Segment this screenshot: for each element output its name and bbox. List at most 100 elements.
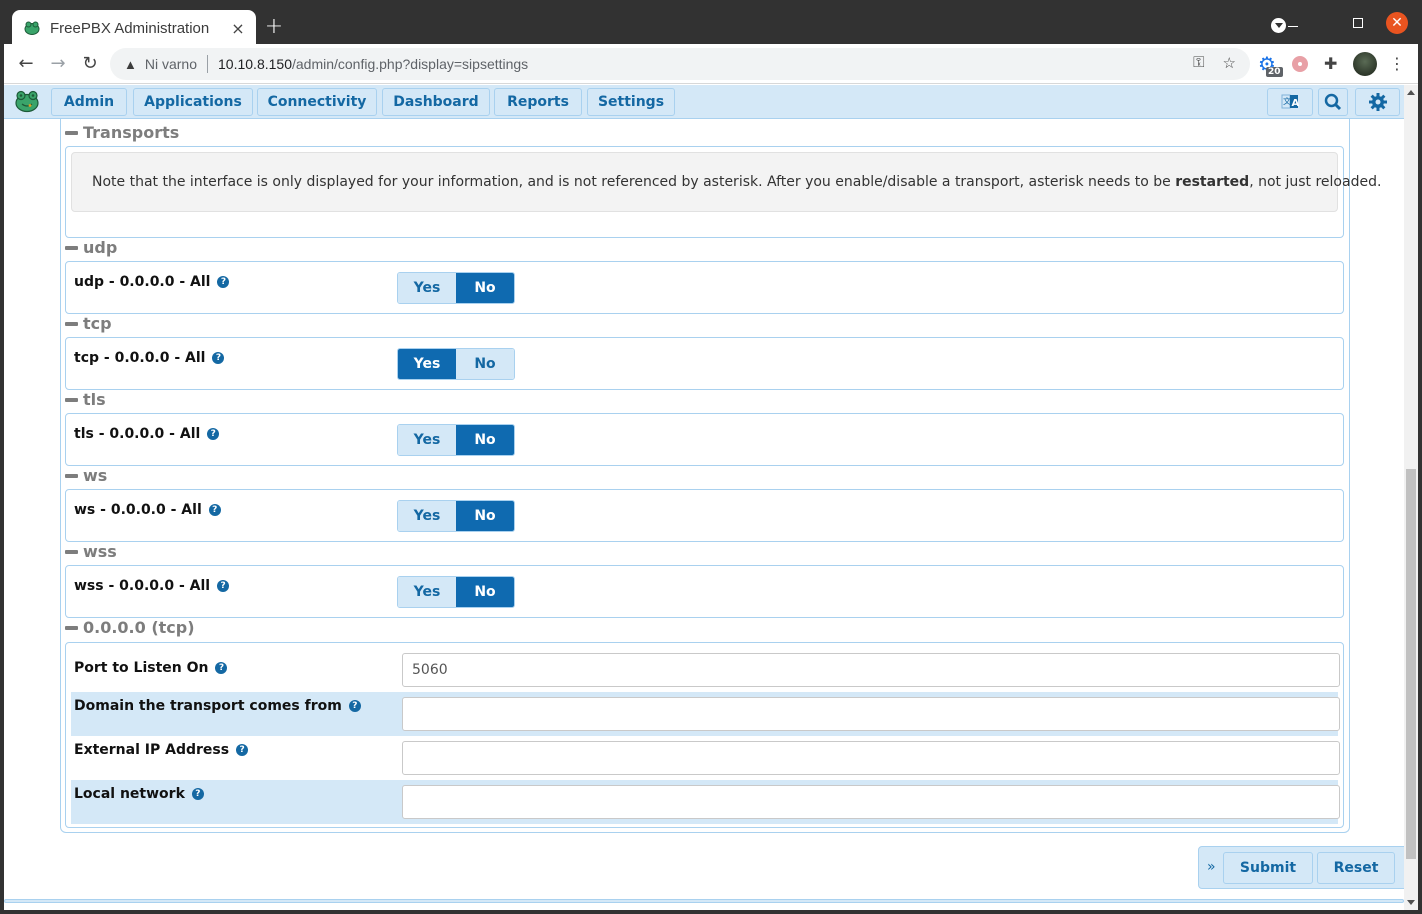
label-text: ws - 0.0.0.0 - All (74, 502, 202, 518)
forward-icon[interactable]: → (46, 52, 70, 76)
search-button[interactable] (1318, 88, 1348, 116)
security-label: Ni varno (144, 56, 198, 72)
maximize-icon[interactable] (1353, 18, 1363, 28)
transports-section-header[interactable]: Transports (65, 123, 179, 142)
wss-transport-box: wss - 0.0.0.0 - All? Yes No (65, 565, 1344, 618)
toggle-no[interactable]: No (456, 501, 514, 531)
udp-section-header[interactable]: udp (65, 238, 117, 257)
url-path: /admin/config.php?display=sipsettings (291, 56, 529, 72)
scroll-up-icon[interactable] (1407, 90, 1415, 95)
submit-button[interactable]: Submit (1223, 852, 1313, 884)
toggle-no[interactable]: No (456, 349, 514, 379)
toggle-no[interactable]: No (456, 425, 514, 455)
settings-button[interactable] (1355, 88, 1400, 116)
section-title: tls (83, 390, 106, 409)
field-label: udp - 0.0.0.0 - All? (74, 274, 230, 290)
browser-tab[interactable]: FreePBX Administration × (12, 10, 256, 46)
gear-icon (1368, 93, 1387, 111)
label-text: Local network (74, 786, 185, 802)
extensions-puzzle-icon[interactable]: ✚ (1324, 53, 1346, 75)
label-text: tcp - 0.0.0.0 - All (74, 350, 206, 366)
ws-transport-box: ws - 0.0.0.0 - All? Yes No (65, 489, 1344, 542)
tcp-section-header[interactable]: tcp (65, 314, 112, 333)
form-row-external-ip: External IP Address? (71, 736, 1340, 780)
browser-menu-icon[interactable]: ⋮ (1389, 53, 1411, 75)
reset-button[interactable]: Reset (1317, 852, 1395, 884)
url-host: 10.10.8.150 (218, 56, 292, 72)
address-bar[interactable]: ▲ Ni varno 10.10.8.150/admin/config.php?… (110, 48, 1250, 80)
window-close-icon[interactable]: ✕ (1386, 12, 1408, 34)
scrollbar-thumb[interactable] (1406, 469, 1416, 859)
domain-input[interactable] (402, 697, 1340, 731)
title-bar: FreePBX Administration × + ✕ (4, 4, 1418, 46)
bookmark-star-icon[interactable]: ☆ (1223, 54, 1236, 72)
profile-avatar[interactable] (1353, 52, 1377, 76)
toggle-yes[interactable]: Yes (398, 577, 456, 607)
label-text: Port to Listen On (74, 660, 209, 676)
wss-section-header[interactable]: wss (65, 542, 117, 561)
toggle-yes[interactable]: Yes (398, 425, 456, 455)
tcp-settings-section-header[interactable]: 0.0.0.0 (tcp) (65, 618, 195, 637)
browser-toolbar: ← → ↻ ▲ Ni varno 10.10.8.150/admin/confi… (4, 44, 1418, 84)
note-text-end: , not just reloaded. (1249, 174, 1382, 190)
expand-action-bar-icon[interactable]: » (1207, 859, 1216, 875)
menu-admin[interactable]: Admin (51, 88, 127, 116)
field-label: Port to Listen On? (74, 660, 228, 676)
menu-applications[interactable]: Applications (133, 88, 253, 116)
page-viewport: Transports Note that the interface is on… (4, 85, 1418, 910)
external-ip-input[interactable] (402, 741, 1340, 775)
tab-search-icon[interactable] (1271, 18, 1286, 33)
collapse-icon (65, 321, 78, 326)
label-text: tls - 0.0.0.0 - All (74, 426, 201, 442)
toggle-no[interactable]: No (456, 273, 514, 303)
menu-settings[interactable]: Settings (587, 88, 675, 116)
local-network-input[interactable] (402, 785, 1340, 819)
form-row-local-network: Local network? (71, 780, 1340, 824)
tls-section-header[interactable]: tls (65, 390, 106, 409)
tcp-settings-box: Port to Listen On? Domain the transport … (65, 642, 1344, 828)
extension-badge: 20 (1266, 67, 1283, 77)
help-icon[interactable]: ? (217, 276, 230, 288)
record-extension-icon[interactable] (1292, 56, 1308, 72)
language-button[interactable]: A文 (1267, 88, 1313, 116)
scroll-down-icon[interactable] (1407, 900, 1415, 905)
warning-icon: ▲ (124, 56, 137, 72)
tcp-transport-box: tcp - 0.0.0.0 - All? Yes No (65, 337, 1344, 390)
tab-title: FreePBX Administration (50, 19, 210, 37)
menu-dashboard[interactable]: Dashboard (382, 88, 490, 116)
tls-enable-toggle: Yes No (397, 424, 515, 456)
freepbx-nav-bar: Admin Applications Connectivity Dashboar… (4, 85, 1404, 119)
minimize-icon[interactable] (1288, 26, 1298, 27)
help-icon[interactable]: ? (191, 788, 204, 800)
help-icon[interactable]: ? (215, 662, 228, 674)
section-title: ws (83, 466, 108, 485)
search-icon (1324, 93, 1342, 111)
help-icon[interactable]: ? (212, 352, 225, 364)
help-icon[interactable]: ? (208, 504, 221, 516)
menu-reports[interactable]: Reports (494, 88, 582, 116)
tab-close-icon[interactable]: × (228, 19, 248, 38)
freepbx-logo-icon[interactable] (14, 88, 40, 114)
note-bold-text: restarted (1175, 174, 1250, 190)
key-icon[interactable]: ⚿ (1193, 54, 1204, 72)
toggle-yes[interactable]: Yes (398, 501, 456, 531)
page-scrollbar[interactable] (1404, 85, 1418, 910)
collapse-icon (65, 245, 78, 250)
help-icon[interactable]: ? (348, 700, 361, 712)
toggle-no[interactable]: No (456, 577, 514, 607)
tls-transport-box: tls - 0.0.0.0 - All? Yes No (65, 413, 1344, 466)
menu-connectivity[interactable]: Connectivity (257, 88, 377, 116)
back-icon[interactable]: ← (14, 52, 38, 76)
port-input[interactable] (402, 653, 1340, 687)
new-tab-button[interactable]: + (264, 14, 284, 39)
ws-section-header[interactable]: ws (65, 466, 107, 485)
help-icon[interactable]: ? (236, 744, 249, 756)
toggle-yes[interactable]: Yes (398, 349, 456, 379)
reload-icon[interactable]: ↻ (78, 52, 102, 76)
svg-text:文: 文 (1283, 96, 1291, 106)
note-text: Note that the interface is only displaye… (92, 174, 1176, 190)
help-icon[interactable]: ? (207, 428, 220, 440)
field-label: External IP Address? (74, 742, 249, 758)
toggle-yes[interactable]: Yes (398, 273, 456, 303)
help-icon[interactable]: ? (217, 580, 230, 592)
